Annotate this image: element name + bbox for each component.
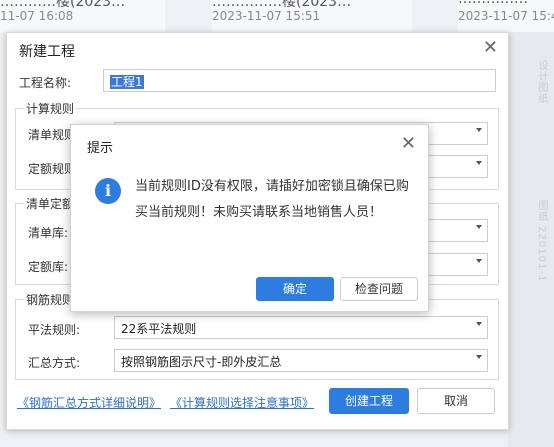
confirm-button[interactable]: 确定 — [256, 277, 334, 301]
modal-message: 当前规则ID没有权限，请插好加密锁且确保已购买当前规则！未购买请联系当地销售人员… — [135, 179, 409, 220]
card-date: 2023-11-07 15:51 — [212, 9, 321, 23]
close-icon[interactable]: ✕ — [401, 135, 416, 153]
card-date: 2023-11-07 15:48 — [458, 9, 554, 23]
prompt-modal: 提示 ✕ i 当前规则ID没有权限，请插好加密锁且确保已购买当前规则！未购买请联… — [70, 124, 429, 312]
flat-rule-value: 22系平法规则 — [121, 322, 197, 336]
list-lib-label: 清单库: — [28, 226, 69, 240]
chevron-down-icon — [476, 355, 482, 359]
flat-rule-label: 平法规则: — [28, 323, 81, 337]
close-icon[interactable]: ✕ — [483, 39, 498, 57]
chevron-down-icon — [476, 225, 482, 229]
project-name-value: 工程1 — [110, 75, 144, 89]
background-side-text: 设计图纸 — [536, 60, 547, 104]
quota-lib-label: 定额库: — [28, 260, 69, 274]
background-card: ……………楼(2023… 2023-11-07 15:51 — [212, 0, 412, 32]
background-card: …………… 2023-11-07 15:48 — [458, 0, 554, 32]
chevron-down-icon — [476, 259, 482, 263]
project-name-input[interactable]: 工程1 — [103, 69, 496, 92]
project-name-label: 工程名称: — [19, 76, 72, 90]
summary-select[interactable]: 按照钢筋图示尺寸-即外皮汇总 — [114, 349, 488, 372]
chevron-down-icon — [476, 322, 482, 326]
rebar-summary-help-link[interactable]: 《钢筋汇总方式详细说明》 — [17, 394, 161, 411]
chevron-down-icon — [476, 161, 482, 165]
check-issue-button[interactable]: 检查问题 — [340, 277, 418, 301]
summary-label: 汇总方式: — [28, 356, 81, 370]
calc-rules-group-title: 计算规则 — [24, 100, 77, 117]
create-project-button[interactable]: 创建工程 — [329, 388, 409, 414]
background-card: …………楼(2023… 11-07 16:08 — [0, 0, 165, 32]
flat-rule-select[interactable]: 22系平法规则 — [114, 316, 488, 339]
rebar-group-title: 钢筋规则 — [24, 291, 77, 308]
cancel-button[interactable]: 取消 — [417, 388, 495, 414]
calc-rule-help-link[interactable]: 《计算规则选择注意事项》 — [170, 394, 314, 411]
dialog-title: 新建工程 — [19, 44, 75, 60]
chevron-down-icon — [476, 128, 482, 132]
card-date: 11-07 16:08 — [0, 9, 74, 23]
modal-title: 提示 — [87, 141, 114, 156]
background-side-text: 图纸 220101-1 — [536, 200, 547, 283]
summary-value: 按照钢筋图示尺寸-即外皮汇总 — [121, 355, 282, 369]
card-title: …………… — [458, 0, 528, 7]
info-icon: i — [95, 178, 121, 204]
